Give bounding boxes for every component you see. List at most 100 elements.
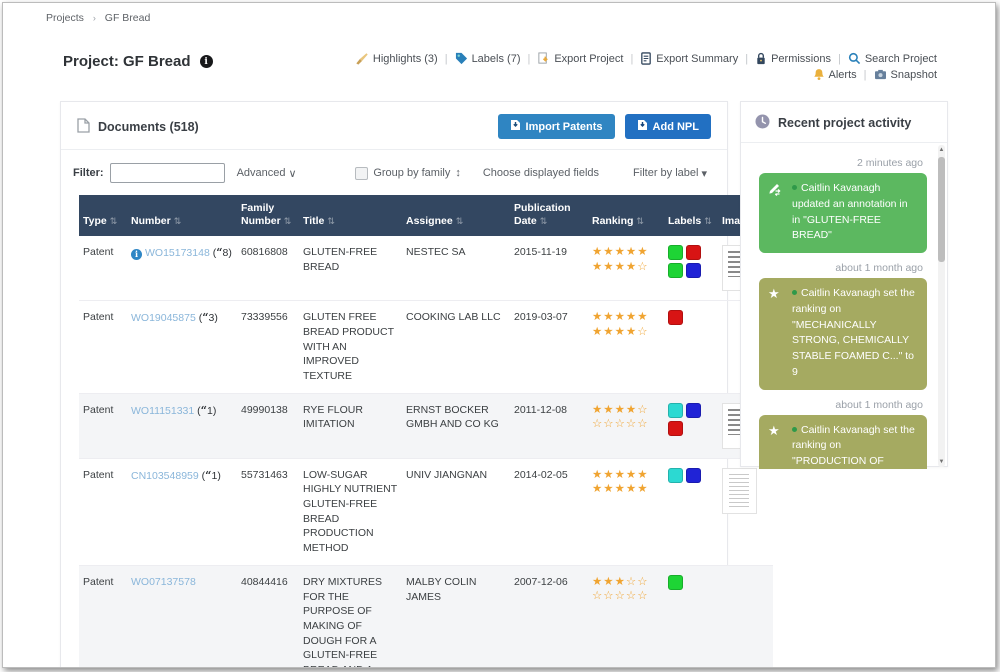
- patent-number-link[interactable]: WO19045875: [131, 312, 196, 324]
- sort-icon[interactable]: ⇅: [540, 216, 548, 226]
- group-by-family-checkbox[interactable]: [355, 167, 368, 180]
- search-project-label: Search Project: [865, 53, 937, 65]
- toolbar-item-alerts[interactable]: Alerts: [813, 68, 857, 81]
- citation-count: (“8): [210, 247, 232, 259]
- label-chip[interactable]: [668, 310, 683, 325]
- table-row[interactable]: PatentWO15173148 (“8)60816808GLUTEN-FREE…: [79, 236, 773, 301]
- sort-icon[interactable]: ⇅: [636, 216, 644, 226]
- add-npl-label: Add NPL: [653, 121, 699, 133]
- import-patents-button[interactable]: Import Patents: [498, 114, 615, 139]
- label-chip[interactable]: [668, 468, 683, 483]
- highlights-label: Highlights (3): [373, 53, 438, 65]
- column-header-labels[interactable]: Labels⇅: [664, 195, 718, 236]
- patent-image-thumbnail[interactable]: [722, 468, 757, 514]
- toolbar-item-permissions[interactable]: Permissions: [755, 52, 831, 65]
- column-label: Labels: [668, 215, 701, 227]
- choose-displayed-fields-button[interactable]: Choose displayed fields: [483, 167, 599, 179]
- filter-input[interactable]: [110, 163, 225, 183]
- label-chip[interactable]: [686, 468, 701, 483]
- label-chip[interactable]: [668, 263, 683, 278]
- activity-card[interactable]: Caitlin Kavanagh updated an annotation i…: [759, 173, 927, 253]
- toolbar-item-export-project[interactable]: Export Project: [537, 52, 623, 65]
- star-rating-row1[interactable]: ★★★★★: [592, 310, 660, 324]
- column-header-type[interactable]: Type⇅: [79, 195, 127, 236]
- cell-type: Patent: [79, 236, 127, 301]
- star-rating-row1[interactable]: ★★★★★: [592, 245, 660, 259]
- label-chip[interactable]: [668, 575, 683, 590]
- label-chip[interactable]: [686, 263, 701, 278]
- column-label: Title: [303, 215, 324, 227]
- scrollbar-up-arrow[interactable]: ▲: [938, 146, 945, 154]
- recent-activity-title: Recent project activity: [778, 116, 911, 130]
- advanced-filter-toggle[interactable]: Advanced ∨: [237, 167, 297, 180]
- star-rating-row2[interactable]: ☆☆☆☆☆: [592, 589, 660, 603]
- column-label: Type: [83, 215, 107, 227]
- citation-count: (“1): [199, 470, 221, 482]
- column-header-number[interactable]: Number⇅: [127, 195, 237, 236]
- star-rating-row2[interactable]: ★★★★★: [592, 482, 660, 496]
- sort-icon[interactable]: ⇅: [327, 216, 335, 226]
- label-chip[interactable]: [686, 403, 701, 418]
- star-rating-row1[interactable]: ★★★★☆: [592, 403, 660, 417]
- star-rating-row2[interactable]: ★★★★☆: [592, 260, 660, 274]
- breadcrumb-projects[interactable]: Projects: [46, 12, 84, 24]
- documents-header: Documents (518) Import Patents Add NPL: [61, 102, 727, 150]
- filter-by-label-dropdown[interactable]: Filter by label ▾: [633, 167, 707, 180]
- star-rating-row2[interactable]: ★★★★☆: [592, 325, 660, 339]
- scrollbar-down-arrow[interactable]: ▼: [938, 458, 945, 466]
- table-row[interactable]: PatentCN103548959 (“1)55731463LOW-SUGAR …: [79, 458, 773, 565]
- brush-icon: [355, 52, 369, 65]
- star-rating-row2[interactable]: ☆☆☆☆☆: [592, 417, 660, 431]
- cell-number: WO15173148 (“8): [127, 236, 237, 301]
- filter-label: Filter:: [73, 167, 104, 179]
- patent-number-link[interactable]: WO15173148: [145, 247, 210, 259]
- sort-icon[interactable]: ⇅: [284, 216, 292, 226]
- cell-number: WO11151331 (“1): [127, 393, 237, 458]
- column-header-assignee[interactable]: Assignee⇅: [402, 195, 510, 236]
- add-npl-button[interactable]: Add NPL: [625, 114, 711, 139]
- sort-icon[interactable]: ⇅: [456, 216, 464, 226]
- toolbar-item-highlights[interactable]: Highlights (3): [355, 52, 438, 65]
- documents-count-label: Documents (518): [98, 120, 199, 134]
- column-header-family-number[interactable]: Family Number⇅: [237, 195, 299, 236]
- activity-card[interactable]: ★Caitlin Kavanagh set the ranking on "ME…: [759, 278, 927, 390]
- activity-card[interactable]: ★Caitlin Kavanagh set the ranking on "PR…: [759, 415, 927, 470]
- label-chip[interactable]: [668, 245, 683, 260]
- toolbar-item-snapshot[interactable]: Snapshot: [874, 69, 937, 81]
- patent-number-link[interactable]: CN103548959: [131, 470, 199, 482]
- info-icon[interactable]: [200, 55, 213, 68]
- sort-icon[interactable]: ⇅: [174, 216, 182, 226]
- toolbar-item-search-project[interactable]: Search Project: [848, 52, 937, 65]
- star-rating-row1[interactable]: ★★★★★: [592, 468, 660, 482]
- activity-scrollbar-thumb[interactable]: [938, 157, 945, 262]
- table-row[interactable]: PatentWO0713757840844416DRY MIXTURES FOR…: [79, 565, 773, 668]
- label-chip[interactable]: [668, 403, 683, 418]
- group-by-family-label: Group by family: [373, 167, 450, 179]
- cell-publication-date: 2015-11-19: [510, 236, 588, 301]
- documents-table: Type⇅Number⇅Family Number⇅Title⇅Assignee…: [79, 195, 709, 668]
- cell-type: Patent: [79, 458, 127, 565]
- table-row[interactable]: PatentWO19045875 (“3)73339556GLUTEN FREE…: [79, 301, 773, 393]
- status-dot-icon: [792, 185, 797, 190]
- table-row[interactable]: PatentWO11151331 (“1)49990138RYE FLOUR I…: [79, 393, 773, 458]
- column-header-title[interactable]: Title⇅: [299, 195, 402, 236]
- toolbar-item-export-summary[interactable]: Export Summary: [640, 52, 738, 65]
- label-chip[interactable]: [686, 245, 701, 260]
- cell-number: CN103548959 (“1): [127, 458, 237, 565]
- label-chip[interactable]: [668, 421, 683, 436]
- sort-icon[interactable]: ⇅: [704, 216, 712, 226]
- sort-icon[interactable]: ⇅: [110, 216, 118, 226]
- column-header-publication-date[interactable]: Publication Date⇅: [510, 195, 588, 236]
- toolbar-row-1: Highlights (3)|Labels (7)|Export Project…: [355, 52, 937, 65]
- label-chips: [668, 310, 714, 325]
- breadcrumb-current[interactable]: GF Bread: [105, 12, 151, 24]
- toolbar-item-labels[interactable]: Labels (7): [455, 52, 521, 65]
- cell-ranking: ★★★★☆☆☆☆☆☆: [588, 393, 664, 458]
- star-rating-row1[interactable]: ★★★☆☆: [592, 575, 660, 589]
- group-by-family-toggle[interactable]: Group by family ↕: [355, 167, 461, 180]
- patent-number-link[interactable]: WO07137578: [131, 576, 196, 588]
- column-header-ranking[interactable]: Ranking⇅: [588, 195, 664, 236]
- patent-number-link[interactable]: WO11151331: [131, 405, 194, 417]
- tag-icon: [455, 52, 468, 65]
- info-icon[interactable]: [131, 249, 142, 260]
